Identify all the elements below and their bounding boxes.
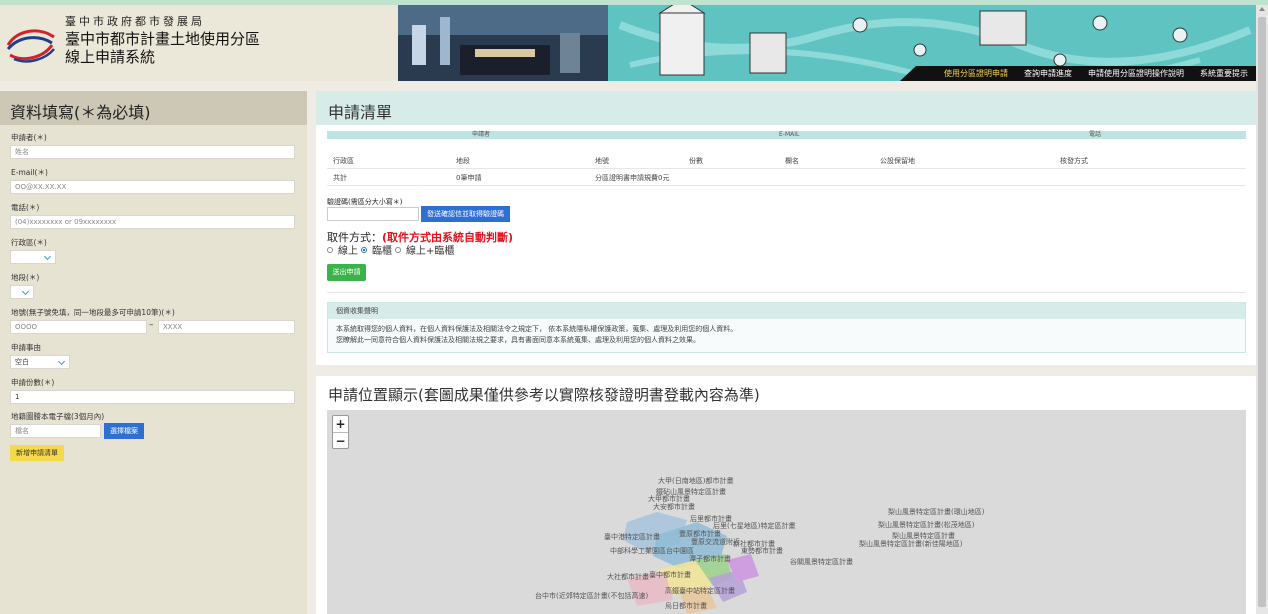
radio-counter[interactable]: [361, 246, 367, 253]
col-field-name: 欄名: [785, 157, 799, 165]
map-label: 大社都市計畫: [607, 573, 649, 581]
map-label: 高鐵臺中站特定區計畫: [665, 587, 735, 595]
map-zones: [623, 512, 759, 614]
reason-select-value: 空白: [15, 358, 29, 366]
radio-online-counter[interactable]: [395, 246, 401, 253]
phone-input[interactable]: (04)xxxxxxxx or 09xxxxxxxx: [10, 215, 295, 229]
map-label: 大甲(日南地區)都市計畫: [658, 477, 734, 485]
col-lot: 地號: [595, 157, 609, 165]
captcha-input[interactable]: [327, 207, 419, 221]
radio-online-label: 線上: [338, 246, 358, 257]
lot-main-input[interactable]: OOOO: [10, 320, 147, 334]
radio-online[interactable]: [327, 246, 333, 253]
zoom-in-button[interactable]: +: [333, 416, 348, 432]
map-label: 潭子都市計畫: [689, 555, 731, 563]
lot-sub-input[interactable]: XXXX: [158, 320, 295, 334]
zoom-out-button[interactable]: −: [333, 432, 348, 448]
map-label: 梨山風景特定區計畫(環山地區): [888, 508, 985, 516]
application-list-panel: 申請清單 申請者 E-MAIL 電話 行政區 地段 地號 份數 欄名 公設保留地…: [316, 91, 1256, 365]
add-to-list-button[interactable]: 新增申請清單: [10, 445, 64, 461]
chevron-down-icon: [21, 287, 30, 296]
system-title-line2: 線上申請系統: [65, 48, 156, 66]
section-select[interactable]: [10, 285, 34, 299]
top-nav: 使用分區證明申請 查詢申請進度 申請使用分區證明操作說明 系統重要提示: [900, 66, 1256, 81]
scroll-thumb[interactable]: [1258, 17, 1266, 607]
district-label: 行政區(＊): [11, 238, 47, 247]
reason-select[interactable]: 空白: [10, 355, 70, 369]
divider: [327, 168, 1246, 169]
list-title: 申請清單: [316, 91, 1256, 125]
lot-number-label: 地號(無子號免填，同一地段最多可申請10筆)(＊): [11, 308, 175, 317]
radio-online-counter-label: 線上+臨櫃: [406, 246, 455, 257]
map-zoom-control: + −: [332, 415, 349, 449]
chevron-down-icon: [43, 252, 52, 261]
location-map[interactable]: + − 大甲(日南地區)都市計畫 鐵砧山風景特定區計畫 大甲都市計畫 大安都市計…: [327, 410, 1246, 614]
map-label: 新社都市計畫: [733, 540, 775, 548]
divider: [327, 292, 1246, 293]
map-label: 台中市(近郊特定區計畫(不包括高速): [535, 592, 649, 600]
summary-fee: 分區證明書申請規費0元: [595, 174, 670, 182]
send-captcha-button[interactable]: 發送確認信並取得驗證碼: [421, 206, 510, 222]
privacy-title: 個資收集聲明: [328, 303, 1245, 319]
map-label: 臺中港特定區計畫: [604, 533, 660, 541]
summary-total: 共計: [333, 174, 347, 182]
applicant-table-header: 申請者 E-MAIL 電話: [327, 131, 1246, 139]
map-label: 中部科學工業園區台中園區: [610, 547, 694, 555]
col-copies: 份數: [689, 157, 703, 165]
header-phone: 電話: [1089, 131, 1102, 138]
email-input[interactable]: OO@XX.XX.XX: [10, 180, 295, 194]
email-label: E-mail(＊): [11, 168, 48, 177]
copies-input[interactable]: 1: [10, 390, 295, 404]
header-applicant: 申請者: [472, 131, 491, 138]
site-header: 臺中市政府都市發展局 臺中市都市計畫土地使用分區 線上申請系統 使用分區證明申請…: [0, 5, 1256, 81]
section-label: 地段(＊): [11, 273, 40, 282]
nav-item-notices[interactable]: 系統重要提示: [1192, 68, 1256, 79]
location-map-panel: 申請位置顯示(套圖成果僅供參考以實際核發證明書登載內容為準) + − 大甲(日南…: [316, 376, 1256, 614]
application-form-panel: 資料填寫(＊為必填) 申請者(＊) 姓名 E-mail(＊) OO@XX.XX.…: [0, 91, 307, 614]
col-reserved-land: 公設保留地: [880, 157, 915, 165]
page-scrollbar[interactable]: [1256, 5, 1268, 614]
divider: [327, 185, 1246, 186]
map-label: 臺中都市計畫: [649, 571, 691, 579]
chevron-down-icon: [57, 357, 66, 366]
submit-application-button[interactable]: 送出申請: [327, 264, 366, 281]
col-section: 地段: [456, 157, 470, 165]
privacy-text-1: 本系統取得您的個人資料，在個人資料保護法及相關法令之規定下， 依本系統隱私權保護…: [336, 325, 738, 333]
radio-counter-label: 臨櫃: [372, 246, 392, 257]
map-label: 梨山風景特定區計畫(松茂地區): [878, 521, 975, 529]
map-title: 申請位置顯示(套圖成果僅供參考以實際核發證明書登載內容為準): [328, 386, 760, 404]
nav-item-progress[interactable]: 查詢申請進度: [1016, 68, 1080, 79]
lot-separator: –: [149, 320, 154, 330]
city-logo-icon: [6, 29, 55, 63]
map-label: 烏日都市計畫: [665, 602, 707, 610]
col-issue-method: 核發方式: [1060, 157, 1088, 165]
col-district: 行政區: [333, 157, 354, 165]
privacy-text-2: 您瞭解此一同意符合個人資料保護法及相關法規之要求，具有書面同意本系統蒐集、處理及…: [336, 336, 700, 344]
scroll-up-arrow-icon[interactable]: [1259, 7, 1265, 11]
privacy-notice: 個資收集聲明 本系統取得您的個人資料，在個人資料保護法及相關法令之規定下， 依本…: [327, 302, 1246, 353]
map-label: 谷關風景特定區計畫: [790, 558, 853, 566]
organization-name: 臺中市政府都市發展局: [65, 15, 205, 28]
map-label: 大安都市計畫: [653, 503, 695, 511]
applicant-label: 申請者(＊): [11, 133, 47, 142]
phone-label: 電話(＊): [11, 203, 40, 212]
map-label: 后里(七星地區)特定區計畫: [713, 522, 796, 530]
nav-item-apply[interactable]: 使用分區證明申請: [936, 68, 1016, 79]
pickup-method-options: 線上 臨櫃 線上+臨櫃: [327, 242, 454, 257]
header-email: E-MAIL: [779, 131, 800, 138]
nav-item-guide[interactable]: 申請使用分區證明操作說明: [1080, 68, 1192, 79]
copies-label: 申請份數(＊): [11, 378, 55, 387]
form-title: 資料填寫(＊為必填): [0, 91, 307, 125]
applicant-name-input[interactable]: 姓名: [10, 145, 295, 159]
map-label: 梨山風景特定區計畫(新佳陽地區): [859, 540, 963, 548]
cadastral-label: 地籍圖謄本電子檔(3個月內): [11, 412, 105, 421]
captcha-label: 驗證碼(需區分大小寫＊): [327, 198, 403, 206]
summary-count: 0筆申請: [456, 174, 482, 182]
file-name-input[interactable]: 檔名: [10, 424, 101, 438]
choose-file-button[interactable]: 選擇檔案: [104, 423, 144, 439]
district-select[interactable]: [10, 250, 56, 264]
reason-label: 申請事由: [11, 343, 41, 352]
